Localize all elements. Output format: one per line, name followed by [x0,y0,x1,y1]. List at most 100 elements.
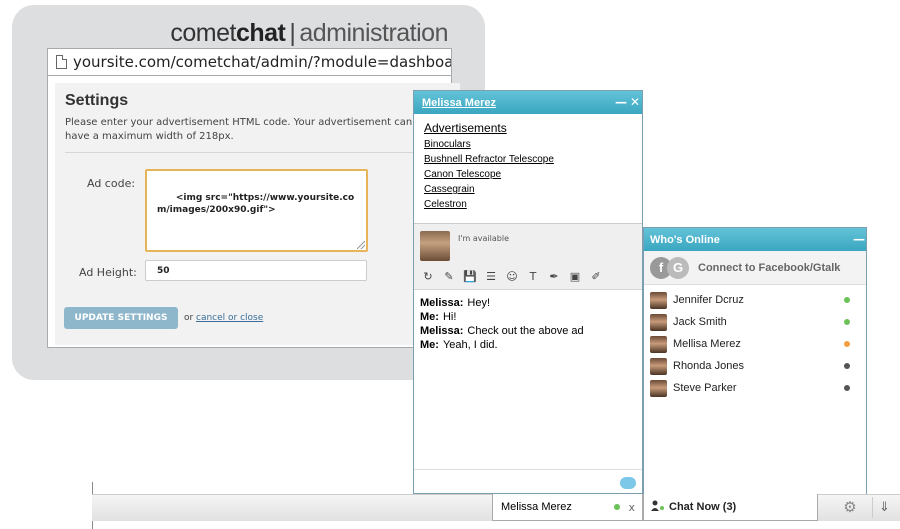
ad-link[interactable]: Canon Telescope [424,167,632,182]
logo-brand-bold: chat [235,19,286,47]
buddy-name: Jack Smith [673,316,727,328]
message-text: Hey! [467,297,491,309]
facebook-gtalk-icon: f G [650,256,690,280]
status-dot-icon [844,385,850,391]
online-header: Who's Online — [644,228,866,251]
message: Melissa: Check out the above ad [420,324,636,338]
whos-online-window: Who's Online — f G Connect to Facebook/G… [643,227,867,521]
ad-link[interactable]: Celestron [424,197,632,212]
avatar [650,291,667,309]
chat-bubble-icon[interactable] [620,477,636,489]
message-list: Melissa: Hey! Me: Hi! Melissa: Check out th… [414,290,642,470]
online-status-icon [614,504,621,510]
chat-input[interactable] [414,470,642,493]
logo-separator: | [289,19,296,47]
avatar [420,231,450,261]
brush-icon[interactable]: ✒ [546,269,562,285]
chat-tab-name: Melissa Merez [501,501,572,513]
buddy-item[interactable]: Steve Parker [644,377,866,399]
buddy-item[interactable]: Rhonda Jones [644,355,866,377]
screen-icon[interactable]: ▣ [567,269,583,285]
cancel-link[interactable]: cancel or close [196,313,263,323]
avatar [650,357,667,375]
buddy-name: Jennifer Dcruz [673,294,744,306]
text-icon[interactable]: T [525,269,541,285]
connect-label: Connect to Facebook/Gtalk [698,261,841,274]
buddy-name: Mellisa Merez [673,338,741,350]
ad-height-input[interactable]: 50 [145,260,367,281]
save-icon[interactable]: 💾 [462,269,478,285]
message-text: Yeah, I did. [442,339,498,351]
connect-facebook-gtalk[interactable]: f G Connect to Facebook/Gtalk [644,251,866,285]
logo-brand-light: comet [170,19,236,47]
message-sender: Melissa: [420,325,464,337]
buddy-name: Rhonda Jones [673,360,744,372]
note-icon[interactable]: ✐ [588,269,604,285]
status-dot-icon [844,341,850,347]
chat-header: Melissa Merez — ✕ [414,91,642,114]
url-text: yoursite.com/cometchat/admin/?module=das… [73,53,451,71]
advertisements-section: Advertisements Binoculars Bushnell Refra… [414,114,642,224]
message-text: Hi! [442,311,457,323]
ad-link[interactable]: Cassegrain [424,182,632,197]
status-zone: I'm available ↻ ✎ 💾 ☰ ☺ T ✒ ▣ ✐ [414,224,642,290]
refresh-icon[interactable]: ↻ [420,269,436,285]
page-icon [56,55,67,69]
or-text: or [184,313,194,323]
url-bar[interactable]: yoursite.com/cometchat/admin/?module=das… [48,49,451,76]
ad-code-label: Ad code: [87,177,136,190]
gear-icon[interactable]: ⚙ [838,497,862,518]
ad-link[interactable]: Binoculars [424,137,632,152]
buddy-item[interactable]: Jack Smith [644,311,866,333]
buddy-item[interactable]: Jennifer Dcruz [644,289,866,311]
avatar [650,379,667,397]
chat-title[interactable]: Melissa Merez [422,97,614,109]
buddy-name: Steve Parker [673,382,737,394]
status-dot-icon [844,363,850,369]
chat-toolbar: ↻ ✎ 💾 ☰ ☺ T ✒ ▣ ✐ [420,269,604,285]
chat-tab-melissa[interactable]: Melissa Merez x [492,494,643,521]
person-icon [651,500,665,515]
ad-code-value: <img src="https://www.yoursite.com/image… [157,193,355,215]
ad-code-textarea[interactable]: <img src="https://www.yoursite.com/image… [145,169,368,252]
ad-height-label: Ad Height: [79,266,137,279]
ad-link[interactable]: Bushnell Refractor Telescope [424,152,632,167]
smiley-icon[interactable]: ☺ [504,269,520,285]
buddy-list: Jennifer Dcruz Jack Smith Mellisa Merez … [644,285,866,399]
message-text: Check out the above ad [467,325,584,337]
message: Melissa: Hey! [420,296,636,310]
settings-title: Settings [65,92,129,109]
close-icon[interactable]: x [628,501,635,514]
message: Me: Hi! [420,310,636,324]
chat-window: Melissa Merez — ✕ Advertisements Binocul… [413,90,643,494]
message-sender: Me: [420,339,439,351]
message: Me: Yeah, I did. [420,338,636,352]
settings-panel: Settings Please enter your advertisement… [55,83,460,345]
online-title: Who's Online [650,233,720,246]
message-sender: Me: [420,311,439,323]
close-icon[interactable]: ✕ [628,91,642,114]
browser-frame: yoursite.com/cometchat/admin/?module=das… [47,48,460,348]
minimize-icon[interactable]: — [852,228,866,251]
chat-now-label: Chat Now (3) [669,501,737,513]
buddy-item[interactable]: Mellisa Merez [644,333,866,355]
update-settings-button[interactable]: UPDATE SETTINGS [64,307,178,329]
ads-title: Advertisements [424,121,507,135]
avatar [650,313,667,331]
gtalk-icon: G [667,256,689,279]
message-sender: Melissa: [420,297,464,309]
status-dot-icon [844,319,850,325]
handwrite-icon[interactable]: ✎ [441,269,457,285]
chat-now-tab[interactable]: Chat Now (3) [643,494,818,521]
my-status-text[interactable]: I'm available [458,234,509,243]
resize-grip-icon[interactable] [357,241,365,249]
logo-suffix: administration [299,19,448,47]
minimize-icon[interactable]: — [614,91,628,114]
settings-description: Please enter your advertisement HTML cod… [65,117,413,142]
status-dot-icon [844,297,850,303]
divider [65,152,415,153]
avatar [650,335,667,353]
collapse-icon[interactable]: ⇓ [872,497,896,518]
cometchat-logo: cometchat | administration [170,19,448,48]
list-icon[interactable]: ☰ [483,269,499,285]
